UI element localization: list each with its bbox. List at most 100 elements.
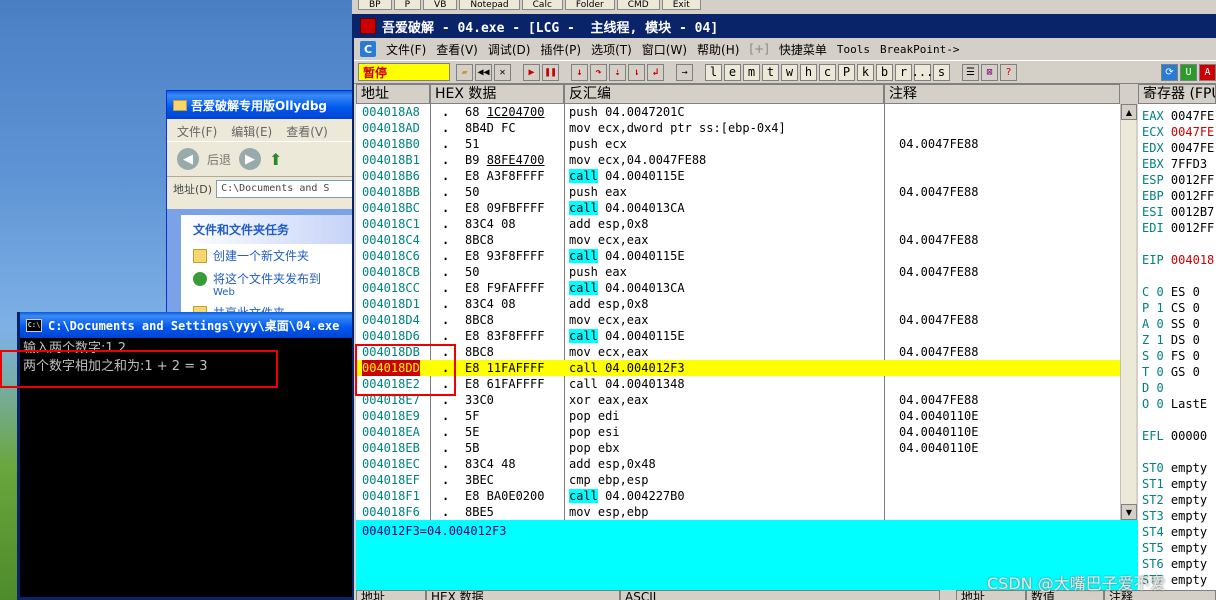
step-into-icon[interactable]: ↓ [571, 63, 588, 81]
toolbar-letter-button[interactable]: l [705, 63, 722, 81]
disasm-row[interactable]: 004018B0. 51 push ecx 04.0047FE88 [356, 136, 1120, 152]
register-row[interactable]: EIP 004018 [1142, 252, 1214, 268]
header-comment[interactable]: 注释 [884, 84, 1120, 104]
register-row[interactable] [1142, 236, 1149, 252]
ollydbg-titlebar[interactable]: 吾爱破解 - 04.exe - [LCG - 主线程, 模块 - 04] [354, 14, 1216, 38]
register-row[interactable]: ST4 empty [1142, 524, 1207, 540]
register-row[interactable]: D 0 [1142, 380, 1171, 396]
toolbar-letter-button[interactable]: ... [912, 63, 933, 81]
list-icon[interactable]: ☰ [962, 63, 979, 81]
disasm-row[interactable]: 004018C4. 8BC8 mov ecx,eax 04.0047FE88 [356, 232, 1120, 248]
toolbar-letter-button[interactable]: t [762, 63, 779, 81]
disasm-row[interactable]: 004018BB. 50 push eax 04.0047FE88 [356, 184, 1120, 200]
console-titlebar[interactable]: C:\ C:\Documents and Settings\yyy\桌面\04.… [20, 312, 354, 338]
register-row[interactable]: A 0 SS 0 [1142, 316, 1200, 332]
register-row[interactable]: ECX 0047FE [1142, 124, 1214, 140]
refresh-icon[interactable]: ⟳ [1161, 63, 1178, 81]
header-hex[interactable]: HEX 数据 [430, 84, 564, 104]
task-new-folder[interactable]: 创建一个新文件夹 [181, 244, 353, 267]
register-row[interactable] [1142, 412, 1149, 428]
step-over-icon[interactable]: ↷ [590, 63, 607, 81]
plugin-u-icon[interactable]: U [1180, 63, 1197, 81]
register-row[interactable] [1142, 444, 1149, 460]
launcher-button[interactable]: Calc [521, 0, 563, 10]
menu-help[interactable]: 帮助(H) [697, 41, 739, 58]
header-registers[interactable]: 寄存器 (FPU) [1138, 84, 1216, 104]
disasm-row[interactable]: 004018E2. E8 61FAFFFF call 04.00401348 [356, 376, 1120, 392]
task-panel-title[interactable]: 文件和文件夹任务 [181, 215, 353, 244]
toolbar-letter-button[interactable]: w [781, 63, 798, 81]
menu-tools[interactable]: Tools [837, 43, 870, 56]
back-label[interactable]: 后退 [207, 151, 231, 168]
scroll-down-icon[interactable]: ▼ [1121, 504, 1137, 520]
close-icon[interactable]: ✕ [494, 63, 511, 81]
toolbar-letter-button[interactable]: b [876, 63, 893, 81]
disasm-row[interactable]: 004018D1. 83C4 08 add esp,0x8 [356, 296, 1120, 312]
disasm-row-selected[interactable]: 004018DD. E8 11FAFFFF call 04.004012F3 [356, 360, 1120, 376]
register-row[interactable] [1142, 268, 1149, 284]
register-row[interactable]: ST2 empty [1142, 492, 1207, 508]
toolbar-letter-button[interactable]: h [800, 63, 817, 81]
disasm-row[interactable]: 004018EB. 5B pop ebx 04.0040110E [356, 440, 1120, 456]
menu-plugins[interactable]: 插件(P) [540, 41, 581, 58]
forward-arrow-icon[interactable]: ▶ [239, 148, 262, 170]
disasm-row[interactable]: 004018A8. 68 1C204700 push 04.0047201C [356, 104, 1120, 120]
trace-over-icon[interactable]: ⇂ [628, 63, 645, 81]
disasm-row[interactable]: 004018CC. E8 F9FAFFFF call 04.004013CA [356, 280, 1120, 296]
disasm-row[interactable]: 004018CB. 50 push eax 04.0047FE88 [356, 264, 1120, 280]
launcher-button[interactable]: Folder [564, 0, 615, 10]
register-row[interactable]: T 0 GS 0 [1142, 364, 1200, 380]
launcher-button[interactable]: CMD [616, 0, 660, 10]
register-row[interactable]: Z 1 DS 0 [1142, 332, 1200, 348]
open-icon[interactable]: ▰ [456, 63, 473, 81]
register-row[interactable]: EBP 0012FF [1142, 188, 1214, 204]
register-row[interactable]: EDX 0047FE [1142, 140, 1214, 156]
disasm-row[interactable]: 004018E7. 33C0 xor eax,eax 04.0047FE88 [356, 392, 1120, 408]
disasm-row[interactable]: 004018E9. 5F pop edi 04.0040110E [356, 408, 1120, 424]
menu-edit[interactable]: 编辑(E) [231, 123, 272, 139]
toolbar-letter-button[interactable]: m [743, 63, 760, 81]
disasm-row[interactable]: 004018D6. E8 83F8FFFF call 04.0040115E [356, 328, 1120, 344]
menu-file[interactable]: 文件(F) [386, 41, 426, 58]
menu-debug[interactable]: 调试(D) [488, 41, 531, 58]
toolbar-letter-button[interactable]: e [724, 63, 741, 81]
register-row[interactable]: C 0 ES 0 [1142, 284, 1200, 300]
launcher-button[interactable]: Notepad [459, 0, 520, 10]
menu-expand[interactable]: [+] [749, 42, 768, 56]
trace-into-icon[interactable]: ⇣ [609, 63, 626, 81]
menu-window[interactable]: 窗口(W) [642, 41, 687, 58]
disasm-row[interactable]: 004018C1. 83C4 08 add esp,0x8 [356, 216, 1120, 232]
register-row[interactable]: O 0 LastE [1142, 396, 1207, 412]
disasm-row[interactable]: 004018EA. 5E pop esi 04.0040110E [356, 424, 1120, 440]
toolbar-letter-button[interactable]: c [819, 63, 836, 81]
header-disasm[interactable]: 反汇编 [564, 84, 884, 104]
disasm-row[interactable]: 004018EF. 3BEC cmp ebp,esp [356, 472, 1120, 488]
address-input[interactable]: C:\Documents and S [216, 180, 359, 198]
disasm-row[interactable]: 004018B6. E8 A3F8FFFF call 04.0040115E [356, 168, 1120, 184]
toolbar-letter-button[interactable]: r [895, 63, 912, 81]
register-row[interactable]: EFL 00000 [1142, 428, 1207, 444]
cpu-window-icon[interactable]: C [360, 41, 376, 57]
register-row[interactable]: ESI 0012B7 [1142, 204, 1214, 220]
run-icon[interactable]: ▶ [523, 63, 540, 81]
register-row[interactable]: ST5 empty [1142, 540, 1207, 556]
dump-header-ascii[interactable]: ASCII [620, 590, 940, 600]
launcher-button[interactable]: Exit [661, 0, 701, 10]
disasm-row[interactable]: 004018AD. 8B4D FC mov ecx,dword ptr ss:[eb… [356, 120, 1120, 136]
execute-till-return-icon[interactable]: ↲ [647, 63, 664, 81]
disassembly-pane[interactable]: 004018A8. 68 1C204700 push 04.0047201C 0040… [356, 104, 1120, 520]
scroll-up-icon[interactable]: ▲ [1121, 104, 1137, 120]
disasm-row[interactable]: 004018F1. E8 BA0E0200 call 04.004227B0 [356, 488, 1120, 504]
launcher-button[interactable]: BP [358, 0, 392, 10]
menu-file[interactable]: 文件(F) [177, 123, 217, 139]
disasm-row[interactable]: 004018D4. 8BC8 mov ecx,eax 04.0047FE88 [356, 312, 1120, 328]
task-publish-web[interactable]: 将这个文件夹发布到 Web [181, 267, 353, 301]
menu-options[interactable]: 选项(T) [591, 41, 632, 58]
disasm-row[interactable]: 004018DB. 8BC8 mov ecx,eax 04.0047FE88 [356, 344, 1120, 360]
header-address[interactable]: 地址 [356, 84, 430, 104]
registers-pane[interactable]: EAX 0047FE ECX 0047FE EDX 0047FE EBX 7FFD3 E… [1138, 104, 1216, 590]
back-arrow-icon[interactable]: ◀ [177, 148, 199, 170]
register-row[interactable]: EBX 7FFD3 [1142, 156, 1207, 172]
menu-breakpoint[interactable]: BreakPoint-> [880, 43, 959, 56]
pause-icon[interactable]: ❚❚ [542, 63, 559, 81]
